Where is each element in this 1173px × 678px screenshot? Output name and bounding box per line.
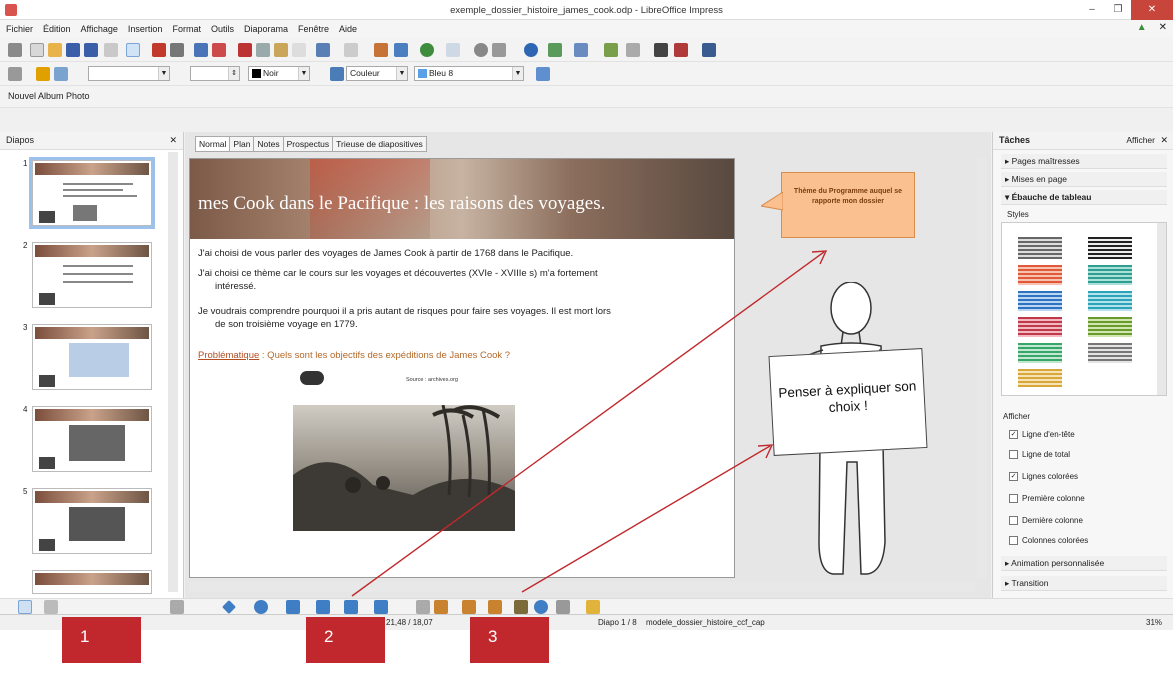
arrow-to-sign	[521, 445, 771, 593]
annotation-arrows	[351, 250, 828, 597]
annotation-badge: 1	[62, 617, 141, 663]
annotation-badge: 2	[306, 617, 385, 663]
arrowhead-callout	[811, 250, 828, 265]
annotation-badge: 3	[470, 617, 549, 663]
arrow-to-callout	[351, 251, 825, 597]
